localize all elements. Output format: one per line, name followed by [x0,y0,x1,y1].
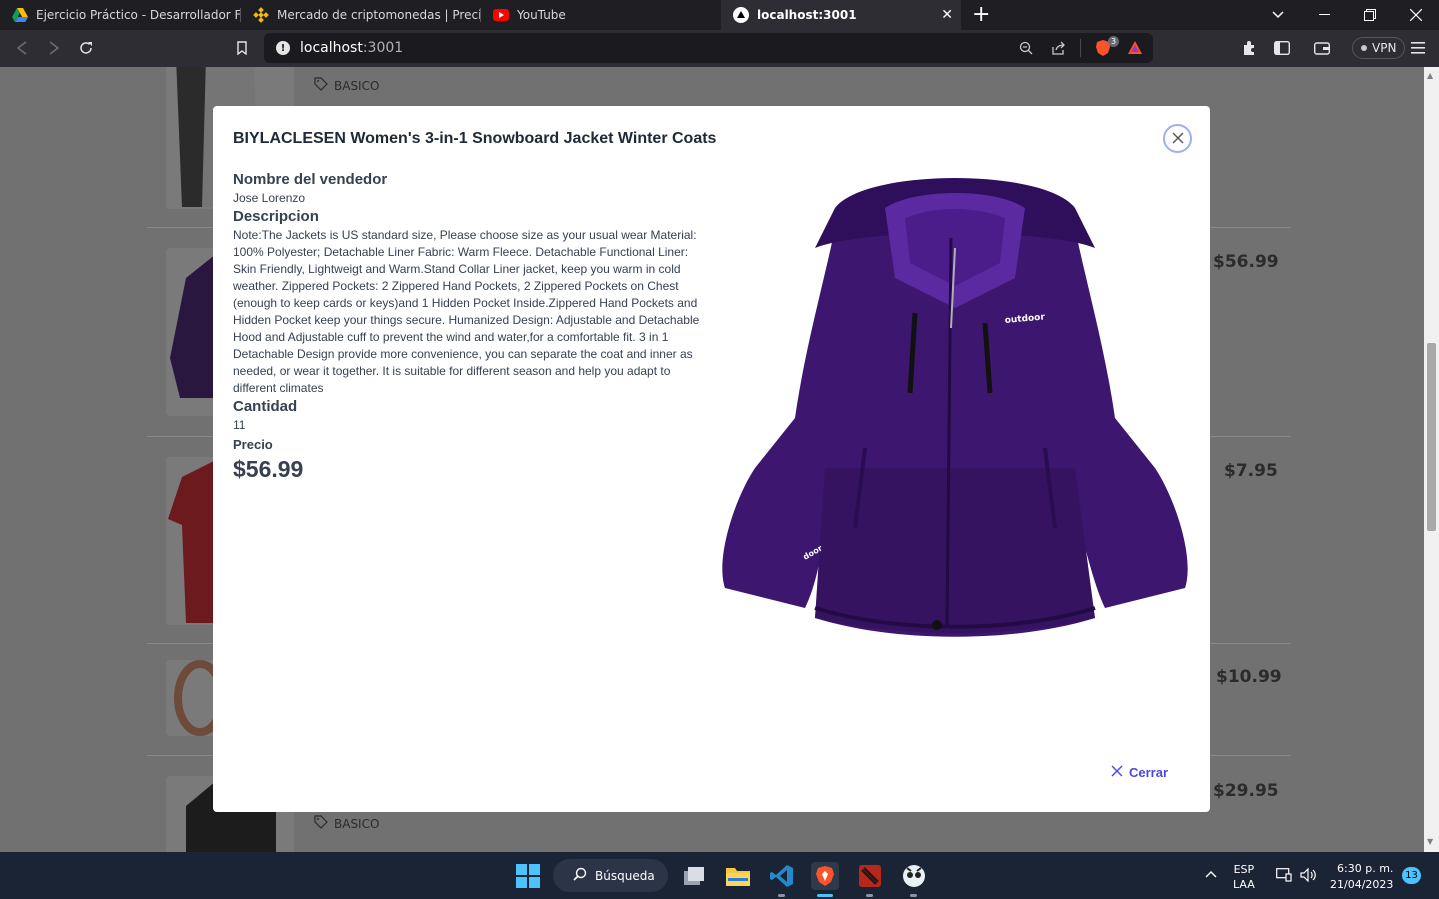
product-price: $7.95 [1224,461,1278,481]
close-window-button[interactable] [1393,0,1439,30]
input-language[interactable]: ESP LAA [1233,862,1255,892]
tab-title: Ejercicio Práctico - Desarrollador Full-… [36,8,240,22]
tag-icon [314,77,328,94]
task-view-icon[interactable] [680,862,708,890]
reload-icon[interactable] [76,38,96,58]
search-icon [573,867,587,884]
brave-rewards-icon[interactable] [1125,38,1145,58]
system-clock[interactable]: 6:30 p. m. 21/04/2023 [1330,861,1393,893]
dota2-icon[interactable] [856,862,884,890]
close-tab-icon[interactable]: ✕ [941,7,953,23]
new-tab-button[interactable]: + [972,2,990,28]
wallet-icon[interactable] [1312,38,1332,58]
clock-date: 21/04/2023 [1330,878,1394,891]
share-icon[interactable] [1048,38,1068,58]
product-image: outdoor door [715,168,1190,648]
product-info: Nombre del vendedor Jose Lorenzo Descrip… [233,170,711,484]
tab-youtube[interactable]: YouTube [481,0,720,30]
scroll-down-arrow-icon[interactable]: ▼ [1427,837,1433,846]
url-text: localhost:3001 [300,40,404,56]
tray-overflow-chevron-icon[interactable] [1205,868,1217,881]
brave-browser-icon[interactable] [811,862,839,890]
tab-title: localhost:3001 [757,8,857,22]
browser-toolbar: ! localhost:3001 3 VPN [0,30,1439,67]
tag-label: BASICO [334,78,380,93]
address-bar[interactable]: ! localhost:3001 3 [264,33,1153,63]
quantity-label: Cantidad [233,398,298,415]
tab-criptomonedas[interactable]: Mercado de criptomonedas | Precios y [241,0,480,30]
tab-ejercicio[interactable]: Ejercicio Práctico - Desarrollador Full-… [0,0,240,30]
page-scrollbar[interactable]: ▲ ▼ [1424,67,1439,852]
seller-label: Nombre del vendedor [233,171,388,188]
extensions-puzzle-icon[interactable] [1240,38,1260,58]
scroll-up-arrow-icon[interactable]: ▲ [1427,71,1433,80]
taskbar-search[interactable]: Búsqueda [553,859,668,892]
tab-list-chevron-icon[interactable] [1255,0,1301,30]
close-icon [1111,765,1123,780]
vpn-status-dot [1361,45,1367,51]
vpn-button[interactable]: VPN [1352,37,1406,59]
network-icon[interactable] [1276,868,1292,885]
vpn-label: VPN [1372,41,1397,55]
modal-close-button[interactable] [1163,124,1192,153]
panda-app-icon[interactable] [900,862,928,890]
lang-top: ESP [1233,863,1255,876]
price-label: Precio [233,437,273,452]
modal-title: BIYLACLESEN Women's 3-in-1 Snowboard Jac… [233,130,717,147]
lang-bottom: LAA [1233,878,1255,891]
menu-hamburger-icon[interactable] [1408,38,1428,58]
price-value: $56.99 [233,456,304,482]
shields-badge: 3 [1108,36,1119,47]
clock-time: 6:30 p. m. [1337,862,1394,875]
restore-button[interactable] [1347,0,1393,30]
seller-name: Jose Lorenzo [233,191,306,205]
tab-localhost[interactable]: localhost:3001 ✕ [721,0,961,30]
category-tag: BASICO [314,77,379,94]
cerrar-label: Cerrar [1129,765,1169,780]
product-price: $10.99 [1216,667,1282,687]
quantity-value: 11 [233,418,246,432]
windows-taskbar: Búsqueda ESP LAA 6:30 p. m. 21/04/2023 1… [0,852,1439,899]
cerrar-button[interactable]: Cerrar [1111,765,1168,780]
product-price: $56.99 [1213,252,1279,272]
close-icon [1172,129,1184,148]
file-explorer-icon[interactable] [724,862,752,890]
tab-title: Mercado de criptomonedas | Precios y [277,8,480,22]
zoom-icon[interactable] [1016,38,1036,58]
binance-icon [253,7,269,23]
google-drive-icon [12,7,28,23]
description-text: Note:The Jackets is US standard size, Pl… [233,228,700,395]
minimize-button[interactable] [1301,0,1347,30]
notification-badge[interactable]: 13 [1402,867,1421,884]
forward-arrow-icon[interactable] [44,38,64,58]
brave-shields-icon[interactable]: 3 [1093,36,1119,58]
tab-strip: Ejercicio Práctico - Desarrollador Full-… [0,0,1439,30]
volume-icon[interactable] [1300,867,1316,885]
site-info-icon[interactable]: ! [276,41,290,55]
windows-start-icon[interactable] [514,862,542,890]
product-price: $29.95 [1213,781,1279,801]
sidebar-toggle-icon[interactable] [1272,38,1292,58]
search-label: Búsqueda [595,868,655,883]
scrollbar-thumb[interactable] [1427,343,1436,531]
tag-icon [314,815,328,832]
category-tag: BASICO [314,815,379,832]
back-arrow-icon[interactable] [12,38,32,58]
vscode-icon[interactable] [768,862,796,890]
product-detail-modal: BIYLACLESEN Women's 3-in-1 Snowboard Jac… [213,106,1210,812]
youtube-icon [493,7,509,23]
tab-title: YouTube [517,8,566,22]
bookmark-icon[interactable] [232,38,252,58]
description-label: Descripcion [233,208,319,225]
vercel-triangle-icon [733,7,749,23]
tag-label: BASICO [334,816,380,831]
